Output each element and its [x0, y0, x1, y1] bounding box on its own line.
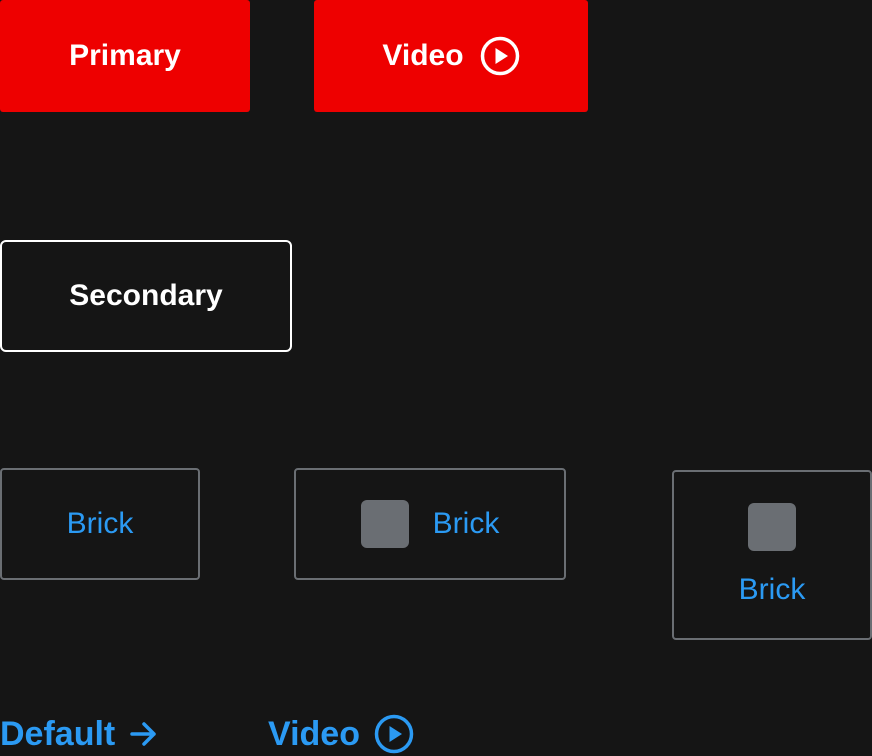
brick-button[interactable]: Brick [0, 468, 200, 580]
video-button-label: Video [382, 39, 464, 72]
video-link-button[interactable]: Video [268, 712, 414, 756]
primary-button[interactable]: Primary [0, 0, 250, 112]
brick-label: Brick [738, 573, 806, 606]
brick-button-with-icon[interactable]: Brick [294, 468, 566, 580]
arrow-right-icon [130, 722, 156, 746]
secondary-button[interactable]: Secondary [0, 240, 292, 352]
brick-label: Brick [432, 507, 500, 540]
video-link-label: Video [268, 714, 360, 753]
default-link-label: Default [0, 714, 116, 753]
video-button[interactable]: Video [314, 0, 588, 112]
brick-button-stacked[interactable]: Brick [672, 470, 872, 640]
play-circle-icon [480, 36, 519, 76]
placeholder-square-icon [748, 503, 796, 551]
primary-button-label: Primary [69, 39, 181, 72]
brick-label: Brick [66, 507, 134, 540]
play-circle-icon [374, 714, 414, 754]
placeholder-square-icon [360, 500, 409, 548]
default-link-button[interactable]: Default [0, 712, 159, 756]
secondary-button-label: Secondary [69, 279, 223, 312]
